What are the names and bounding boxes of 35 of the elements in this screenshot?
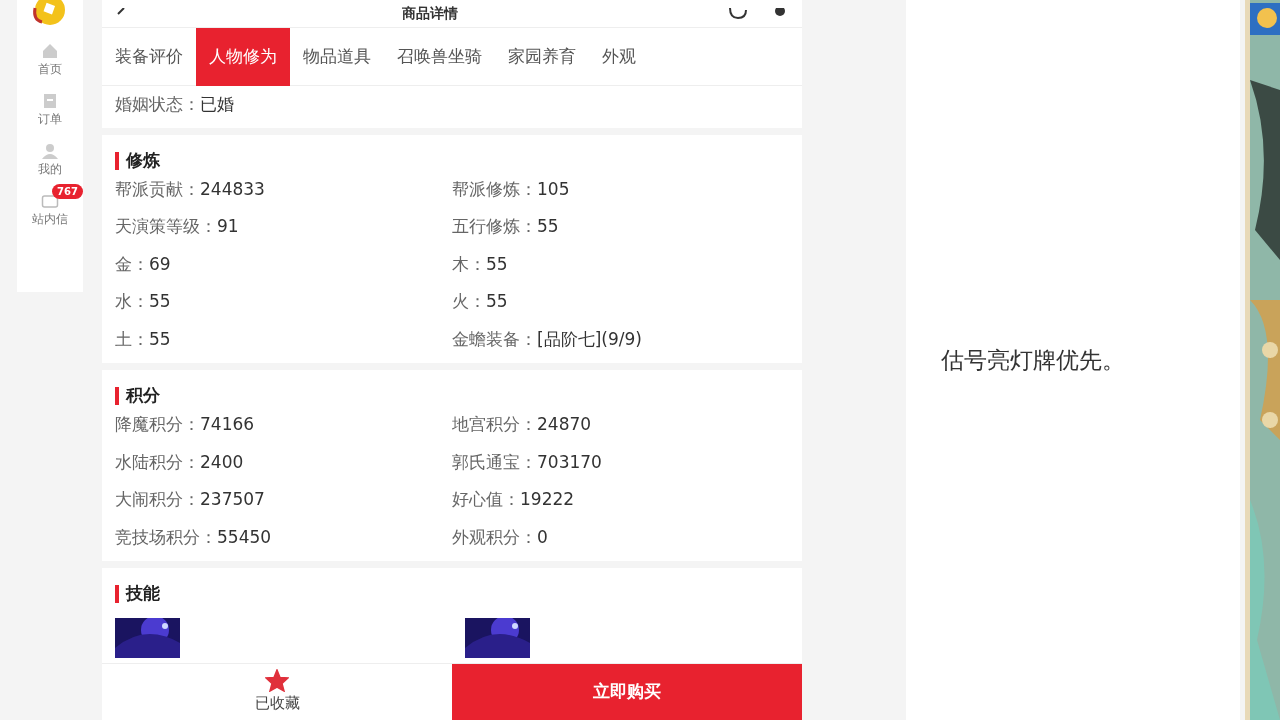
tab[interactable]: 召唤兽坐骑 <box>384 28 495 86</box>
info-field: 金：69 <box>115 245 452 283</box>
tab[interactable]: 人物修为 <box>196 28 290 86</box>
tab[interactable]: 物品道具 <box>290 28 384 86</box>
info-field: 火：55 <box>452 283 789 321</box>
info-field: 天演策等级：91 <box>115 208 452 246</box>
buy-button[interactable]: 立即购买 <box>452 664 802 720</box>
info-field: 郭氏通宝：703170 <box>452 443 789 481</box>
nav-item[interactable]: 首页 <box>38 42 62 78</box>
info-field: 降魔积分：74166 <box>115 406 452 444</box>
info-field: 土：55 <box>115 320 452 358</box>
info-field: 大闹积分：237507 <box>115 481 452 519</box>
info-field: 竞技场积分：55450 <box>115 518 452 556</box>
tab[interactable]: 外观 <box>589 28 649 86</box>
nav-item[interactable]: 站内信 767 <box>16 184 84 228</box>
tab[interactable]: 装备评价 <box>102 28 196 86</box>
info-field: 地宫积分：24870 <box>452 406 789 444</box>
section-title: 修炼 <box>115 134 789 171</box>
page-title: 商品详情 <box>402 4 458 23</box>
info-field: 外观积分：0 <box>452 518 789 556</box>
info-field: 好心值：19222 <box>452 481 789 519</box>
info-field: 木：55 <box>452 245 789 283</box>
nav-item[interactable]: 我的 <box>38 142 62 178</box>
section-title: 技能 <box>115 568 789 604</box>
info-field: 金蟾装备：[品阶七](9/9) <box>452 320 789 358</box>
info-field: 水陆积分：2400 <box>115 443 452 481</box>
nav-item[interactable]: 订单 <box>38 92 62 128</box>
info-field: 帮派贡献：244833 <box>115 170 452 208</box>
tab[interactable]: 家园养育 <box>495 28 589 86</box>
info-field: 五行修炼：55 <box>452 208 789 246</box>
count-badge: 767 <box>52 184 83 199</box>
info-field: 水：55 <box>115 283 452 321</box>
note-text: 估号亮灯牌优先。 <box>941 345 1125 375</box>
info-field: 帮派修炼：105 <box>452 170 789 208</box>
section-title: 积分 <box>115 370 789 406</box>
